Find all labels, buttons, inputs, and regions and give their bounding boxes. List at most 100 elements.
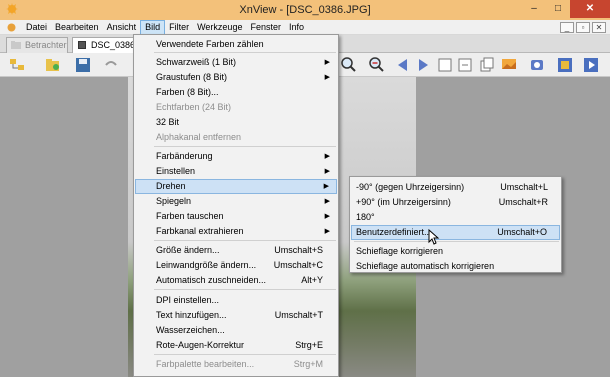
rotate-menu-item[interactable]: Schieflage korrigieren xyxy=(351,244,560,259)
minimize-button[interactable]: – xyxy=(522,0,546,18)
image-menu-item[interactable]: Drehen ▶ xyxy=(135,179,337,194)
image-menu-item[interactable]: Wasserzeichen... xyxy=(135,323,337,338)
menu-item-label: 180° xyxy=(356,212,375,222)
image-menu-item[interactable]: Automatisch zuschneiden... Alt+Y xyxy=(135,273,337,288)
rotate-menu-item[interactable]: Schieflage automatisch korrigieren xyxy=(351,259,560,274)
image-menu-item[interactable]: Spiegeln ▶ xyxy=(135,194,337,209)
menu-items: Datei Bearbeiten Ansicht Bild Filter Werkzeug… xyxy=(22,20,308,35)
copy-icon[interactable] xyxy=(478,56,496,74)
submenu-arrow-icon: ▶ xyxy=(323,183,329,190)
next-icon[interactable] xyxy=(414,56,432,74)
menu-item-label: Farbpalette bearbeiten... xyxy=(156,359,255,369)
tab-image[interactable]: DSC_0386.JP xyxy=(72,37,148,53)
menu-item-label: Alphakanal entfernen xyxy=(156,132,242,142)
rotate-submenu: -90° (gegen Uhrzeigersinn) Umschalt+L +90°… xyxy=(349,176,562,273)
menu-item-label: -90° (gegen Uhrzeigersinn) xyxy=(356,182,465,192)
image-menu-item[interactable]: Leinwandgröße ändern... Umschalt+C xyxy=(135,258,337,273)
image-menu-item[interactable]: Farbkanal extrahieren ▶ xyxy=(135,224,337,239)
menu-item-label: Einstellen xyxy=(156,166,196,176)
menu-separator xyxy=(154,52,336,53)
menu-item-shortcut: Umschalt+L xyxy=(500,182,548,192)
menu-item-label: +90° (im Uhrzeigersinn) xyxy=(356,197,451,207)
menu-item-shortcut: Umschalt+S xyxy=(274,245,323,255)
menu-separator xyxy=(154,146,336,147)
fit-icon[interactable] xyxy=(436,56,454,74)
image-menu-item[interactable]: Schwarzweiß (1 Bit) ▶ xyxy=(135,55,337,70)
folder-icon xyxy=(11,41,21,49)
zoom-out-icon[interactable] xyxy=(368,56,386,74)
submenu-arrow-icon: ▶ xyxy=(324,198,330,205)
image-menu-item[interactable]: 32 Bit xyxy=(135,115,337,130)
rotate-menu-item[interactable]: -90° (gegen Uhrzeigersinn) Umschalt+L xyxy=(351,180,560,195)
menu-item-label: Wasserzeichen... xyxy=(156,325,225,335)
menu-item-label: Farbänderung xyxy=(156,151,213,161)
image-menu-item[interactable]: Graustufen (8 Bit) ▶ xyxy=(135,70,337,85)
image-menu-item[interactable]: Verwendete Farben zählen xyxy=(135,37,337,52)
document-restore-button[interactable]: ▫ xyxy=(576,22,590,33)
menu-item-label: Farben tauschen xyxy=(156,211,224,221)
image-menu-item: Alphakanal entfernen xyxy=(135,130,337,145)
menu-werkzeuge[interactable]: Werkzeuge xyxy=(193,20,246,35)
menu-item-shortcut: Umschalt+O xyxy=(497,227,547,237)
menu-item-label: Echtfarben (24 Bit) xyxy=(156,102,232,112)
window-controls: – □ ✕ xyxy=(522,0,610,20)
image-menu: Verwendete Farben zählen Schwarzweiß (1 B… xyxy=(133,34,339,377)
undo-icon[interactable] xyxy=(102,56,120,74)
menu-item-label: Schieflage korrigieren xyxy=(356,246,444,256)
menu-datei[interactable]: Datei xyxy=(22,20,51,35)
image-menu-item[interactable]: Farben tauschen ▶ xyxy=(135,209,337,224)
menu-item-shortcut: Umschalt+C xyxy=(273,260,323,270)
slideshow-icon[interactable] xyxy=(582,56,600,74)
image-menu-item[interactable]: Farben (8 Bit)... xyxy=(135,85,337,100)
document-minimize-button[interactable]: _ xyxy=(560,22,574,33)
image-menu-item[interactable]: Rote-Augen-Korrektur Strg+E xyxy=(135,338,337,353)
document-window-controls: _ ▫ ✕ xyxy=(560,22,606,33)
fullscreen-icon[interactable] xyxy=(556,56,574,74)
menu-item-label: Leinwandgröße ändern... xyxy=(156,260,257,270)
menu-item-shortcut: Strg+E xyxy=(295,340,323,350)
document-icon[interactable] xyxy=(6,22,17,33)
submenu-arrow-icon: ▶ xyxy=(324,168,330,175)
actual-size-icon[interactable] xyxy=(456,56,474,74)
submenu-arrow-icon: ▶ xyxy=(324,59,330,66)
menu-item-shortcut: Umschalt+R xyxy=(498,197,548,207)
menu-separator xyxy=(154,354,336,355)
menu-bearbeiten[interactable]: Bearbeiten xyxy=(51,20,103,35)
menu-item-shortcut: Umschalt+T xyxy=(274,310,323,320)
menu-item-label: Verwendete Farben zählen xyxy=(156,39,264,49)
rotate-menu-item[interactable]: Benutzerdefiniert... Umschalt+O xyxy=(351,225,560,240)
menu-fenster[interactable]: Fenster xyxy=(246,20,285,35)
rotate-menu-item[interactable]: 180° xyxy=(351,210,560,225)
screen-capture-icon[interactable] xyxy=(528,56,546,74)
menu-separator xyxy=(154,289,336,290)
zoom-in-icon[interactable] xyxy=(340,56,358,74)
image-menu-item: Echtfarben (24 Bit) xyxy=(135,100,337,115)
menu-filter[interactable]: Filter xyxy=(165,20,193,35)
tab-browser[interactable]: Betrachter xyxy=(6,37,68,53)
close-button[interactable]: ✕ xyxy=(570,0,610,18)
window-title: XnView - [DSC_0386.JPG] xyxy=(239,4,371,16)
image-adjust-icon[interactable] xyxy=(500,56,518,74)
menu-item-shortcut: Strg+M xyxy=(293,359,323,369)
menu-item-shortcut: Alt+Y xyxy=(301,275,323,285)
image-menu-item[interactable]: Text hinzufügen... Umschalt+T xyxy=(135,308,337,323)
document-close-button[interactable]: ✕ xyxy=(592,22,606,33)
rotate-menu-item[interactable]: +90° (im Uhrzeigersinn) Umschalt+R xyxy=(351,195,560,210)
save-icon[interactable] xyxy=(74,56,92,74)
image-menu-item[interactable]: Größe ändern... Umschalt+S xyxy=(135,243,337,258)
menu-item-label: Spiegeln xyxy=(156,196,192,206)
menu-item-label: Farbkanal extrahieren xyxy=(156,226,244,236)
open-folder-icon[interactable] xyxy=(44,56,62,74)
image-menu-item[interactable]: Farbänderung ▶ xyxy=(135,149,337,164)
maximize-button[interactable]: □ xyxy=(546,0,570,18)
previous-icon[interactable] xyxy=(394,56,412,74)
menu-separator xyxy=(154,240,336,241)
menu-item-label: Drehen xyxy=(156,181,186,191)
menu-ansicht[interactable]: Ansicht xyxy=(103,20,141,35)
image-menu-item[interactable]: DPI einstellen... xyxy=(135,293,337,308)
browser-icon[interactable] xyxy=(8,56,26,74)
menu-bild[interactable]: Bild xyxy=(140,20,166,35)
menu-item-label: Größe ändern... xyxy=(156,245,220,255)
menu-info[interactable]: Info xyxy=(285,20,308,35)
image-menu-item[interactable]: Einstellen ▶ xyxy=(135,164,337,179)
